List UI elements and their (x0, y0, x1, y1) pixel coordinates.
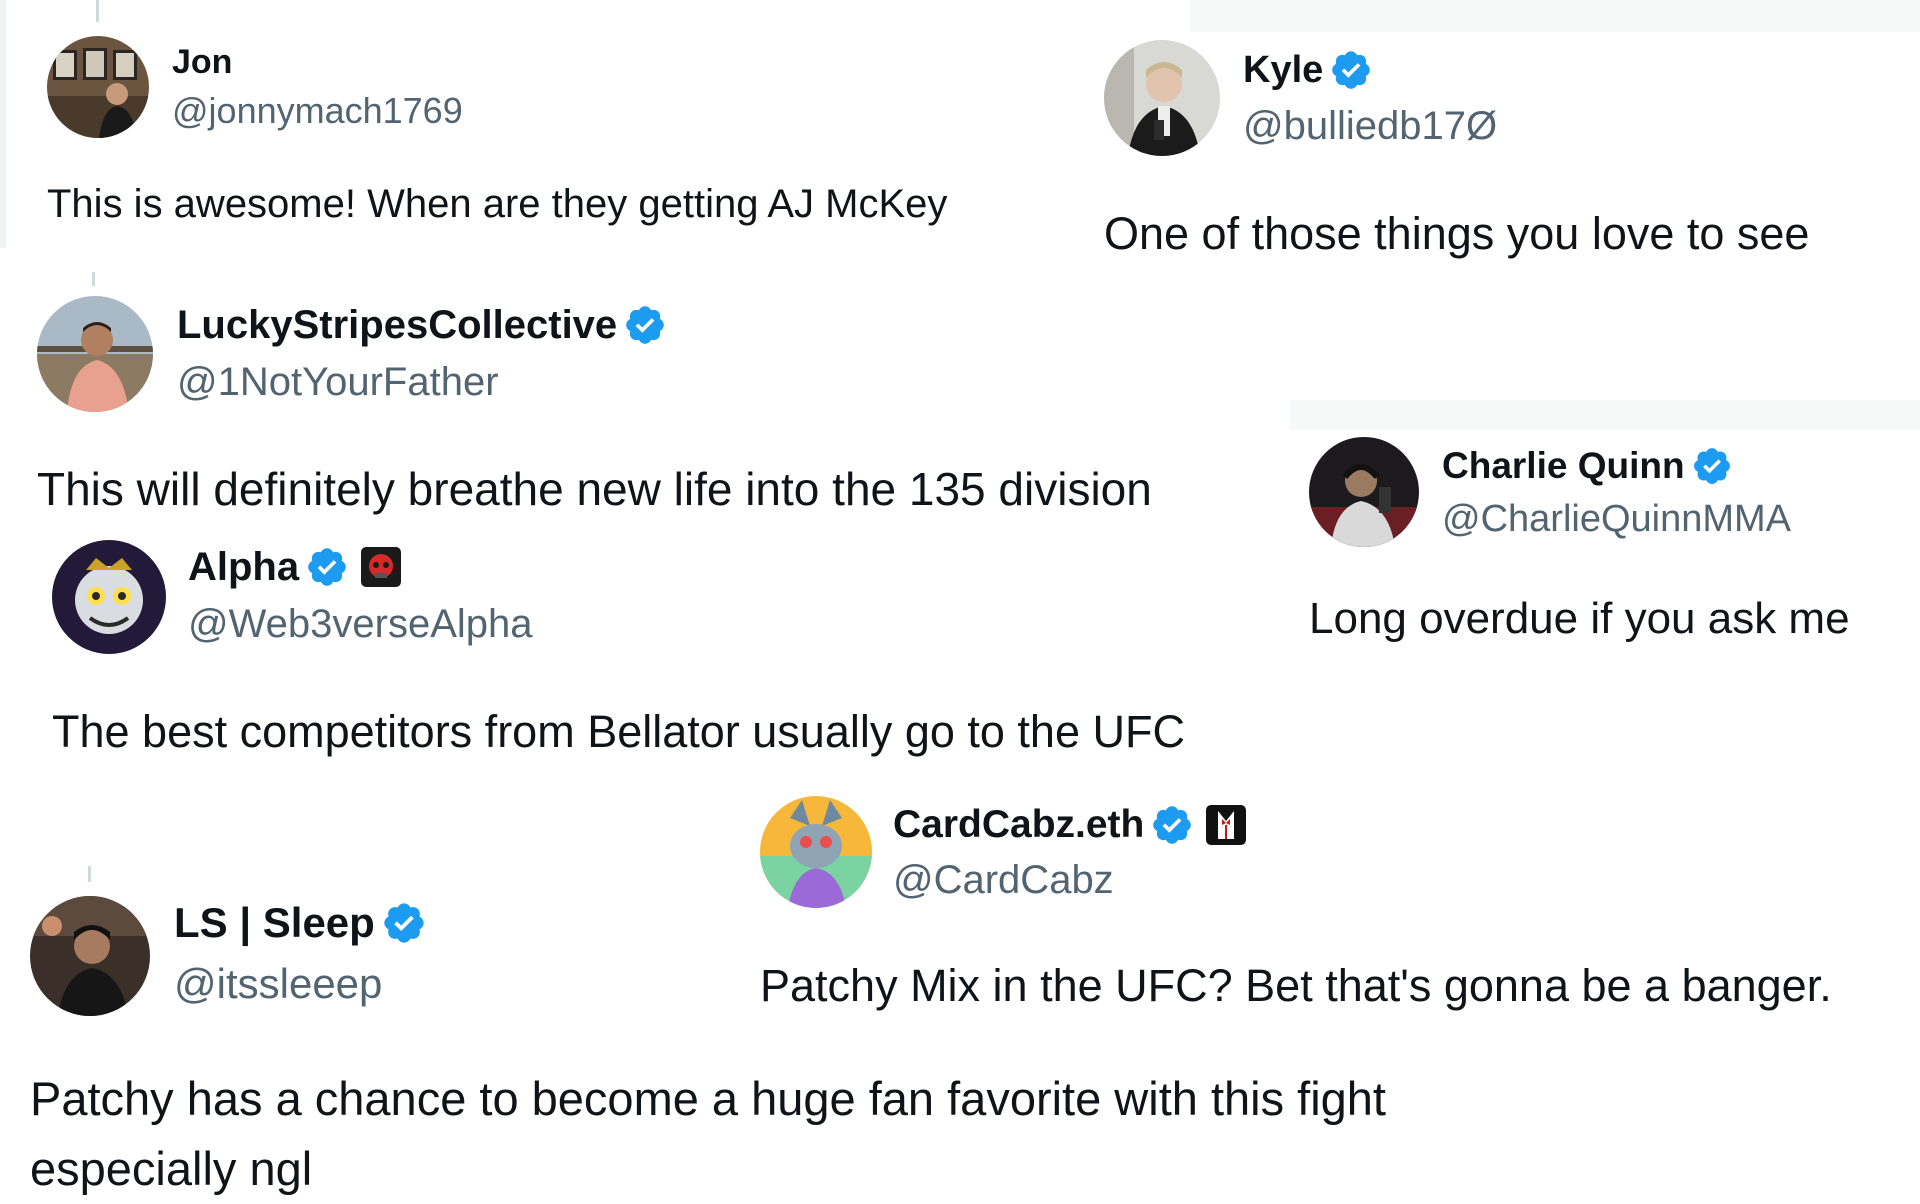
user-handle[interactable]: @itssleeep (174, 960, 382, 1008)
avatar[interactable] (52, 540, 166, 654)
user-handle[interactable]: @Web3verseAlpha (188, 602, 533, 647)
tweet-text: Patchy has a chance to become a huge fan… (30, 1072, 1386, 1195)
display-name[interactable]: LS | Sleep (174, 899, 375, 947)
display-name[interactable]: Jon (172, 43, 232, 82)
user-handle[interactable]: @CharlieQuinnMMA (1442, 498, 1791, 541)
tuxedo-affiliate-icon[interactable] (1206, 805, 1247, 845)
user-handle[interactable]: @jonnymach1769 (172, 90, 463, 132)
tweet-text: Long overdue if you ask me (1309, 594, 1850, 643)
verified-badge-icon (1691, 445, 1733, 487)
user-handle[interactable]: @CardCabz (893, 858, 1114, 903)
tweet-text: One of those things you love to see (1104, 208, 1810, 259)
verified-badge-icon (305, 545, 349, 589)
avatar[interactable] (1104, 40, 1220, 156)
verified-badge-icon (381, 900, 427, 946)
display-name[interactable]: Kyle (1243, 49, 1323, 92)
tweet-text: This is awesome! When are they getting A… (47, 182, 948, 226)
avatar[interactable] (1309, 437, 1419, 547)
user-handle[interactable]: @bulliedb17Ø (1243, 104, 1497, 149)
thread-line (88, 866, 91, 882)
screenshot-edge-shade (1190, 0, 1920, 32)
tweet-text: This will definitely breathe new life in… (37, 463, 1152, 515)
user-handle[interactable]: @1NotYourFather (177, 360, 499, 405)
verified-badge-icon (1150, 803, 1194, 847)
avatar[interactable] (37, 296, 153, 412)
verified-badge-icon (623, 303, 667, 347)
display-name[interactable]: LuckyStripesCollective (177, 303, 617, 348)
tweet-text: Patchy Mix in the UFC? Bet that's gonna … (760, 960, 1832, 1011)
screenshot-edge-shade (1290, 400, 1920, 430)
display-name[interactable]: Charlie Quinn (1442, 445, 1685, 487)
avatar[interactable] (30, 896, 150, 1016)
avatar[interactable] (47, 36, 149, 138)
red-mask-affiliate-icon[interactable] (361, 547, 402, 587)
thread-line (96, 0, 99, 22)
thread-line (92, 272, 95, 286)
screenshot-edge-shade (0, 0, 6, 248)
tweet-text: The best competitors from Bellator usual… (52, 706, 1185, 757)
avatar[interactable] (760, 796, 872, 908)
verified-badge-icon (1329, 48, 1373, 92)
display-name[interactable]: CardCabz.eth (893, 803, 1144, 847)
display-name[interactable]: Alpha (188, 545, 299, 590)
